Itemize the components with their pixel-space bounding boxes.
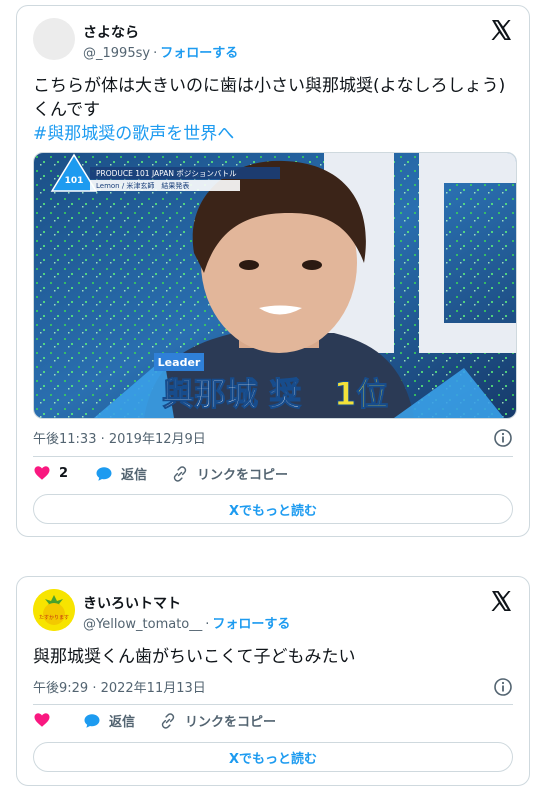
reply-button[interactable]: 返信 xyxy=(95,464,147,483)
handle[interactable]: @_1995sy xyxy=(83,46,150,61)
copy-link-label: リンクをコピー xyxy=(185,715,277,730)
link-icon xyxy=(173,465,187,482)
tweet-header: たすかります きいろいトマト @Yellow_tomato__ · フォローする xyxy=(33,587,513,632)
tweet-card-1: さよなら @_1995sy · フォローする こちらが体は大きいのに歯は小さい與那城… xyxy=(16,5,530,537)
tweet-card-2: たすかります きいろいトマト @Yellow_tomato__ · フォローする 與… xyxy=(16,576,530,786)
tweet-body: こちらが体は大きいのに歯は小さい與那城奨(よなしろしょう)くんです xyxy=(33,76,506,120)
x-logo-icon[interactable] xyxy=(489,18,513,42)
timestamp[interactable]: 午後11:33 · 2019年12月9日 xyxy=(33,432,206,447)
dot-separator: · xyxy=(205,617,210,632)
reply-label: 返信 xyxy=(109,715,136,730)
caption-name: 與那城 奨 xyxy=(162,375,302,413)
x-logo-icon[interactable] xyxy=(489,589,513,613)
dot-separator: · xyxy=(153,46,158,61)
leader-tag: Leader xyxy=(158,356,201,369)
link-icon xyxy=(161,712,175,729)
display-name[interactable]: さよなら xyxy=(83,22,139,42)
tweet-header: さよなら @_1995sy · フォローする xyxy=(33,16,513,61)
follow-button[interactable]: フォローする xyxy=(160,46,238,61)
reply-button[interactable]: 返信 xyxy=(83,711,135,730)
action-bar: 2 返信 リンクをコピー xyxy=(33,464,513,488)
info-icon[interactable] xyxy=(493,428,513,448)
copy-link-button[interactable]: リンクをコピー xyxy=(159,711,276,730)
badge-subtitle: Lemon / 米津玄師 結果発表 xyxy=(96,181,189,190)
tweet-media[interactable]: 101 PRODUCE 101 JAPAN ポジションバトル Lemon / 米… xyxy=(33,152,517,419)
handle-line: @Yellow_tomato__ · フォローする xyxy=(83,613,290,632)
avatar[interactable]: たすかります xyxy=(33,589,75,631)
action-bar: 返信 リンクをコピー xyxy=(33,711,513,735)
heart-icon xyxy=(34,713,50,727)
timestamp-row: 午後9:29 · 2022年11月13日 xyxy=(33,677,513,697)
info-icon[interactable] xyxy=(493,677,513,697)
handle-line: @_1995sy · フォローする xyxy=(83,42,238,61)
divider xyxy=(33,456,513,457)
avatar[interactable] xyxy=(33,18,75,60)
like-button[interactable] xyxy=(33,711,51,729)
caption-rank: 1位 xyxy=(334,375,388,413)
reply-bubble-icon xyxy=(96,466,112,481)
divider xyxy=(33,704,513,705)
tweet-text: 與那城奨くん歯がちいこくて子どもみたい xyxy=(33,647,356,667)
program-logo-text: 101 xyxy=(65,176,84,186)
like-count: 2 xyxy=(59,465,69,481)
read-more-button[interactable]: Xでもっと読む xyxy=(33,742,513,772)
badge-title: PRODUCE 101 JAPAN ポジションバトル xyxy=(96,169,237,178)
display-name[interactable]: きいろいトマト xyxy=(83,593,181,613)
media-photo: 101 PRODUCE 101 JAPAN ポジションバトル Lemon / 米… xyxy=(34,153,516,418)
follow-button[interactable]: フォローする xyxy=(212,617,290,632)
reply-label: 返信 xyxy=(121,468,148,483)
handle[interactable]: @Yellow_tomato__ xyxy=(83,617,202,632)
tomato-avatar-image: たすかります xyxy=(33,589,75,631)
reply-bubble-icon xyxy=(84,713,100,728)
timestamp[interactable]: 午後9:29 · 2022年11月13日 xyxy=(33,681,206,696)
read-more-button[interactable]: Xでもっと読む xyxy=(33,494,513,524)
timestamp-row: 午後11:33 · 2019年12月9日 xyxy=(33,428,513,448)
hashtag-link[interactable]: #與那城奨の歌声を世界へ xyxy=(33,122,513,146)
heart-icon xyxy=(34,466,50,480)
avatar-text: たすかります xyxy=(39,614,69,621)
copy-link-button[interactable]: リンクをコピー xyxy=(171,464,288,483)
copy-link-label: リンクをコピー xyxy=(197,468,289,483)
like-button[interactable]: 2 xyxy=(33,464,68,482)
tweet-text: こちらが体は大きいのに歯は小さい與那城奨(よなしろしょう)くんです #與那城奨の… xyxy=(33,74,513,146)
